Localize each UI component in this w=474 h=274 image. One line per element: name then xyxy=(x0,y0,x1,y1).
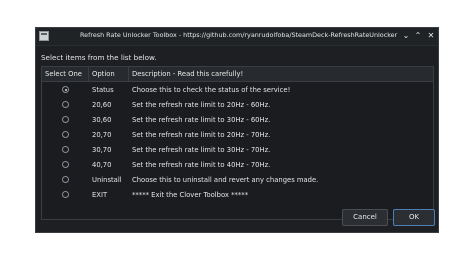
title-bar[interactable]: Refresh Rate Unlocker Toolbox - https://… xyxy=(36,28,438,46)
radio-button[interactable] xyxy=(62,146,69,153)
list-item[interactable]: 20,70 Set the refresh rate limit to 20Hz… xyxy=(42,128,433,143)
options-list[interactable]: Select One Option Description - Read thi… xyxy=(41,66,434,220)
cancel-button[interactable]: Cancel xyxy=(342,209,388,226)
option-label: 20,70 xyxy=(92,131,112,139)
radio-button[interactable] xyxy=(62,116,69,123)
list-header: Select One Option Description - Read thi… xyxy=(42,67,433,82)
close-icon[interactable]: ✕ xyxy=(425,30,437,42)
radio-button-selected[interactable] xyxy=(62,86,69,93)
option-label: 40,70 xyxy=(92,161,112,169)
list-item[interactable]: 30,60 Set the refresh rate limit to 30Hz… xyxy=(42,113,433,128)
option-description: Set the refresh rate limit to 20Hz - 60H… xyxy=(132,101,271,109)
dialog-window: Refresh Rate Unlocker Toolbox - https://… xyxy=(35,27,439,233)
column-header-option[interactable]: Option xyxy=(89,67,129,81)
list-item[interactable]: 20,60 Set the refresh rate limit to 20Hz… xyxy=(42,98,433,113)
option-description: ***** Exit the Clover Toolbox ***** xyxy=(132,191,249,199)
option-label: 20,60 xyxy=(92,101,112,109)
ok-button[interactable]: OK xyxy=(393,209,435,226)
radio-button[interactable] xyxy=(62,101,69,108)
option-label: 30,70 xyxy=(92,146,112,154)
prompt-label: Select items from the list below. xyxy=(41,53,157,62)
maximize-icon[interactable]: ⌃ xyxy=(412,30,424,42)
list-item[interactable]: EXIT ***** Exit the Clover Toolbox ***** xyxy=(42,188,433,203)
list-item[interactable]: Status Choose this to check the status o… xyxy=(42,83,433,98)
radio-button[interactable] xyxy=(62,131,69,138)
option-description: Set the refresh rate limit to 30Hz - 70H… xyxy=(132,146,271,154)
option-label: EXIT xyxy=(92,191,108,199)
option-description: Choose this to uninstall and revert any … xyxy=(132,176,319,184)
option-description: Set the refresh rate limit to 20Hz - 70H… xyxy=(132,131,271,139)
option-description: Choose this to check the status of the s… xyxy=(132,86,291,94)
option-label: Status xyxy=(92,86,114,94)
column-header-description[interactable]: Description - Read this carefully! xyxy=(129,67,435,81)
list-item[interactable]: 40,70 Set the refresh rate limit to 40Hz… xyxy=(42,158,433,173)
option-label: Uninstall xyxy=(92,176,122,184)
radio-button[interactable] xyxy=(62,161,69,168)
window-title: Refresh Rate Unlocker Toolbox - https://… xyxy=(80,31,398,39)
option-description: Set the refresh rate limit to 40Hz - 70H… xyxy=(132,161,271,169)
column-header-select[interactable]: Select One xyxy=(42,67,89,81)
list-item[interactable]: 30,70 Set the refresh rate limit to 30Hz… xyxy=(42,143,433,158)
option-label: 30,60 xyxy=(92,116,112,124)
app-window-icon xyxy=(39,31,49,41)
option-description: Set the refresh rate limit to 30Hz - 60H… xyxy=(132,116,271,124)
radio-button[interactable] xyxy=(62,176,69,183)
radio-button[interactable] xyxy=(62,191,69,198)
minimize-icon[interactable]: ⌄ xyxy=(400,30,412,42)
list-item[interactable]: Uninstall Choose this to uninstall and r… xyxy=(42,173,433,188)
